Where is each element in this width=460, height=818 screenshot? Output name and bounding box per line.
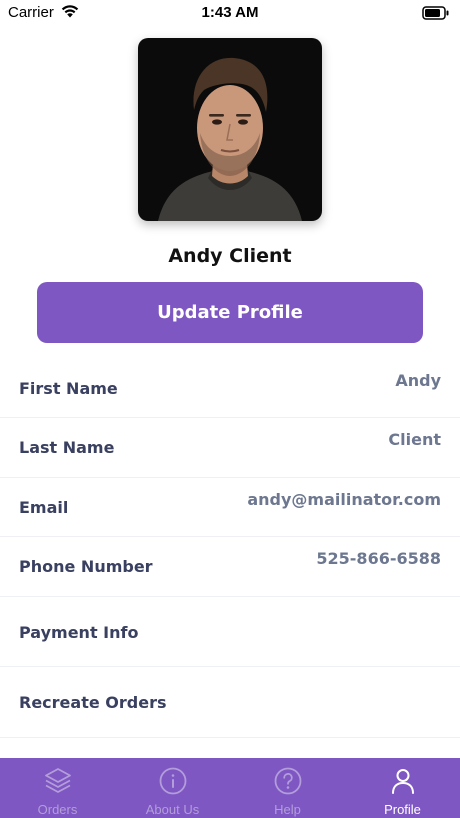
tab-orders[interactable]: Orders bbox=[0, 758, 115, 818]
last-name-value: Client bbox=[388, 430, 441, 449]
payment-info-label: Payment Info bbox=[19, 623, 139, 642]
profile-screen: Carrier 1:43 AM Andy Client Update Profi… bbox=[0, 0, 460, 818]
email-value: andy@mailinator.com bbox=[247, 490, 441, 509]
tab-help[interactable]: Help bbox=[230, 758, 345, 818]
recreate-orders-label: Recreate Orders bbox=[19, 693, 167, 712]
tab-help-label: Help bbox=[274, 802, 301, 817]
tab-about-us-label: About Us bbox=[145, 802, 200, 817]
phone-value: 525-866-6588 bbox=[316, 549, 441, 568]
update-profile-button[interactable]: Update Profile bbox=[37, 282, 423, 343]
payment-info-item[interactable]: Payment Info bbox=[0, 597, 460, 667]
tab-profile[interactable]: Profile bbox=[345, 758, 460, 818]
tab-about-us[interactable]: About Us bbox=[115, 758, 230, 818]
recreate-orders-item[interactable]: Recreate Orders bbox=[0, 667, 460, 738]
battery-icon bbox=[422, 6, 449, 20]
layers-icon bbox=[44, 768, 71, 793]
phone-label: Phone Number bbox=[19, 557, 153, 576]
status-time: 1:43 AM bbox=[201, 4, 259, 21]
row-first-name: First Name Andy bbox=[0, 359, 460, 418]
user-icon bbox=[391, 769, 414, 794]
row-email: Email andy@mailinator.com bbox=[0, 478, 460, 537]
help-icon bbox=[274, 767, 301, 795]
first-name-value: Andy bbox=[395, 371, 441, 390]
last-name-label: Last Name bbox=[19, 438, 115, 457]
row-phone: Phone Number 525-866-6588 bbox=[0, 537, 460, 597]
tab-bar: Orders About Us Help Profile bbox=[0, 758, 460, 818]
status-bar: Carrier 1:43 AM bbox=[0, 0, 460, 26]
avatar[interactable] bbox=[138, 38, 322, 221]
profile-name: Andy Client bbox=[168, 245, 292, 267]
tab-orders-label: Orders bbox=[37, 802, 78, 817]
email-label: Email bbox=[19, 498, 69, 517]
avatar-photo bbox=[138, 38, 322, 221]
first-name-label: First Name bbox=[19, 379, 118, 398]
row-last-name: Last Name Client bbox=[0, 418, 460, 478]
info-icon bbox=[159, 767, 186, 795]
tab-profile-label: Profile bbox=[384, 802, 421, 817]
